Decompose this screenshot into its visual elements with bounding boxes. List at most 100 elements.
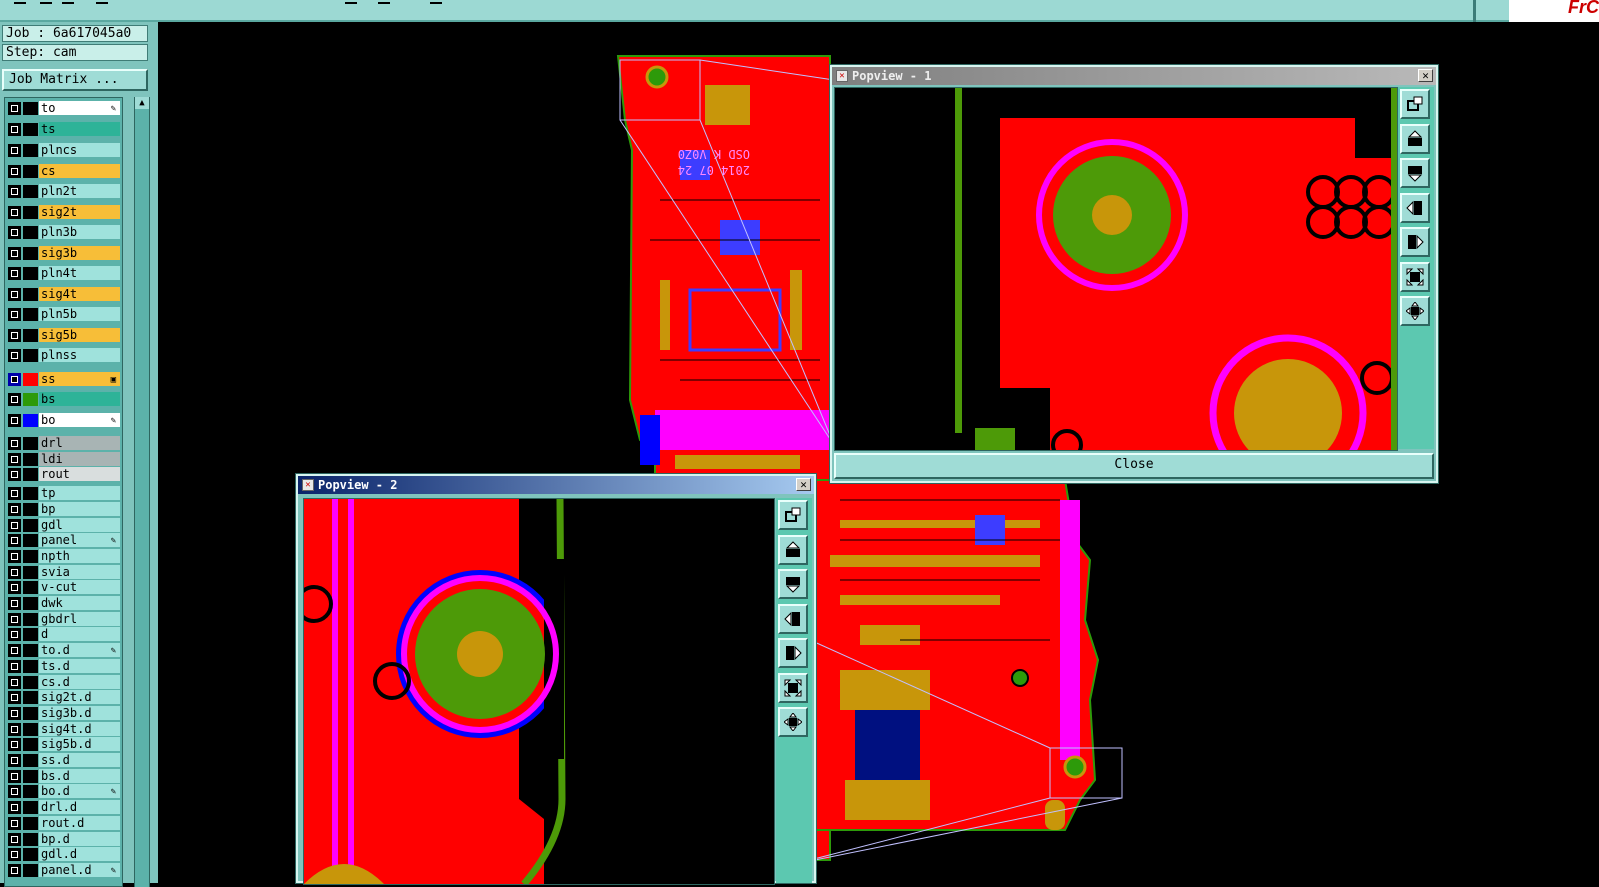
layer-row-to-d[interactable]: to.d ✎ [5,643,122,658]
layer-name[interactable]: dwk [39,596,120,610]
layer-color-chip[interactable] [23,801,38,815]
pan-down-button[interactable] [1400,158,1430,188]
layer-checkbox[interactable] [8,769,21,783]
popview-2-canvas[interactable] [303,498,775,885]
layer-checkbox[interactable] [8,246,21,260]
layer-row-cs[interactable]: cs [5,163,122,179]
layer-row-bp-d[interactable]: bp.d [5,831,122,847]
close-icon[interactable]: ✕ [796,478,811,491]
layer-color-chip[interactable] [23,644,38,658]
layer-color-chip[interactable] [23,848,38,862]
layer-checkbox[interactable] [8,832,21,846]
layer-name[interactable]: rout [39,467,120,482]
layer-name[interactable]: to.d ✎ [39,643,120,658]
layer-checkbox[interactable] [8,628,21,642]
layer-row-ts-d[interactable]: ts.d [5,658,122,674]
layer-color-chip[interactable] [23,691,38,705]
layer-name[interactable]: ss.d [39,753,120,767]
layer-row-panel-d[interactable]: panel.d ✎ [5,862,122,878]
layer-row-ldi[interactable]: ldi [5,451,122,467]
layer-row-pln3b[interactable]: pln3b [5,225,122,240]
layer-row-bo[interactable]: bo ✎ [5,412,122,428]
popview-2-titlebar[interactable]: ✕ Popview - 2 ✕ [298,476,814,494]
layer-checkbox[interactable] [8,644,21,658]
pan-up-button[interactable] [778,534,808,565]
layer-name[interactable]: sig3b.d [39,705,120,720]
layer-list-scrollbar[interactable]: ▲ [134,97,150,887]
layer-color-chip[interactable] [23,226,38,239]
layer-color-chip[interactable] [23,534,38,548]
layer-row-npth[interactable]: npth [5,548,122,564]
layer-name[interactable]: bo ✎ [39,412,120,427]
layer-row-gdl[interactable]: gdl [5,517,122,533]
layer-checkbox[interactable] [8,549,21,563]
layer-checkbox[interactable] [8,468,21,482]
layer-name[interactable]: cs.d [39,674,120,689]
layer-checkbox[interactable] [8,205,21,219]
layer-row-d[interactable]: d [5,627,122,642]
pan-right-button[interactable] [1400,227,1430,257]
layer-row-bs[interactable]: bs [5,392,122,407]
layer-row-bo-d[interactable]: bo.d ✎ [5,784,122,799]
layer-row-bs-d[interactable]: bs.d [5,768,122,784]
layer-row-drl-d[interactable]: drl.d [5,800,122,815]
layer-row-v-cut[interactable]: v-cut [5,580,122,595]
popview-1-titlebar[interactable]: ✕ Popview - 1 ✕ [832,67,1436,85]
layer-color-chip[interactable] [23,267,38,280]
layer-checkbox[interactable] [8,706,21,720]
layer-color-chip[interactable] [23,413,38,427]
layer-checkbox[interactable] [8,287,21,301]
zoom-in-button[interactable] [778,707,808,737]
layer-color-chip[interactable] [23,706,38,720]
layer-row-plncs[interactable]: plncs [5,143,122,158]
layer-row-sig5b-d[interactable]: sig5b.d [5,737,122,752]
layer-color-chip[interactable] [23,246,38,260]
layer-checkbox[interactable] [8,267,21,280]
layer-row-gdl-d[interactable]: gdl.d [5,847,122,862]
pan-right-button[interactable] [778,638,808,668]
layer-name[interactable]: ldi [39,451,120,466]
layer-checkbox[interactable] [8,691,21,705]
layer-checkbox[interactable] [8,502,21,516]
layer-color-chip[interactable] [23,738,38,752]
layer-checkbox[interactable] [8,565,21,579]
close-button[interactable]: Close [834,453,1434,479]
layer-color-chip[interactable] [23,597,38,610]
layer-checkbox[interactable] [8,349,21,362]
layer-row-sig3b[interactable]: sig3b [5,245,122,261]
layer-checkbox[interactable] [8,816,21,830]
layer-name[interactable]: sig5b [39,327,120,342]
layer-row-drl[interactable]: drl [5,436,122,451]
layer-color-chip[interactable] [23,612,38,626]
layer-name[interactable]: to ✎ [39,101,120,115]
layer-row-ss-d[interactable]: ss.d [5,753,122,768]
layer-name[interactable]: ts.d [39,658,120,673]
layer-checkbox[interactable] [8,452,21,466]
layer-color-chip[interactable] [23,437,38,450]
layer-color-chip[interactable] [23,122,38,136]
layer-checkbox[interactable] [8,722,21,736]
layer-name[interactable]: sig5b.d [39,737,120,752]
layer-checkbox[interactable] [8,848,21,862]
layer-name[interactable]: bs.d [39,768,120,783]
layer-name[interactable]: ss ▣ [39,371,120,386]
layer-row-bp[interactable]: bp [5,501,122,517]
layer-name[interactable]: ts [39,121,120,136]
layer-name[interactable]: bs [39,392,120,406]
layer-checkbox[interactable] [8,785,21,799]
layer-checkbox[interactable] [8,308,21,321]
pan-up-button[interactable] [1400,123,1430,154]
layer-name[interactable]: plnss [39,348,120,362]
zoom-fit-button[interactable] [778,672,808,703]
layer-color-chip[interactable] [23,144,38,157]
layer-color-chip[interactable] [23,349,38,362]
layer-checkbox[interactable] [8,393,21,406]
layer-color-chip[interactable] [23,722,38,736]
layer-checkbox[interactable] [8,534,21,548]
layer-row-pln2t[interactable]: pln2t [5,184,122,199]
layer-row-to[interactable]: to ✎ [5,101,122,116]
layer-name[interactable]: gdl.d [39,847,120,862]
layer-name[interactable]: bo.d ✎ [39,784,120,799]
layer-checkbox[interactable] [8,612,21,626]
layer-name[interactable]: npth [39,548,120,563]
